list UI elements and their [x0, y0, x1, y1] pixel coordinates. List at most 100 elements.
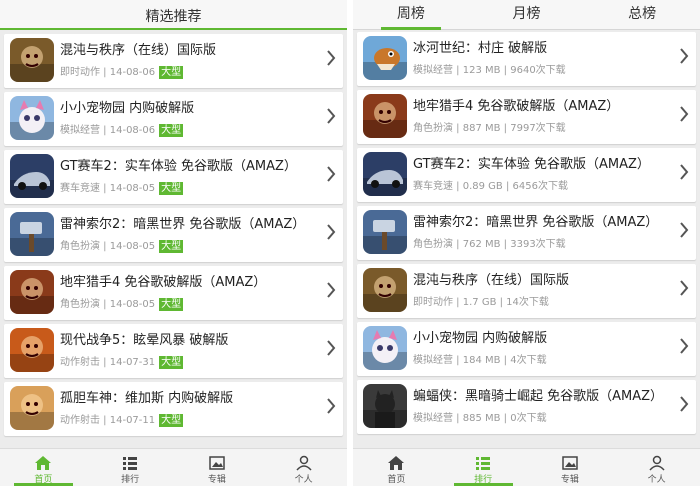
- chevron-right-icon[interactable]: [326, 107, 336, 125]
- app-size: 762 MB: [462, 239, 501, 250]
- chevron-right-icon[interactable]: [326, 397, 336, 415]
- person-icon: [295, 455, 313, 471]
- app-category: 动作射击: [60, 415, 100, 426]
- nav-label: 专辑: [560, 475, 579, 485]
- tab-1[interactable]: 月榜: [469, 0, 585, 29]
- chevron-right-icon[interactable]: [679, 221, 689, 239]
- app-list-item[interactable]: 混沌与秩序（在线）国际版 即时动作 | 14-08-06 大型: [4, 34, 343, 88]
- recommended-header: 精选推荐: [0, 0, 347, 30]
- app-meta: 动作射击 | 14-07-31 大型: [60, 353, 184, 369]
- app-name: 混沌与秩序（在线）国际版: [413, 273, 570, 288]
- list-icon: [474, 455, 492, 471]
- nav-item-person[interactable]: 个人: [260, 449, 347, 486]
- chevron-right-icon[interactable]: [326, 281, 336, 299]
- app-name: 地牢猎手4 免谷歌破解版（AMAZ）: [413, 99, 620, 114]
- ranking-screen: 周榜 月榜 总榜 冰河世纪：村庄 破解版 模拟经营 | 123 MB | 9640次下…: [353, 0, 700, 486]
- app-list-item[interactable]: 雷神索尔2：暗黑世界 免谷歌版（AMAZ） 角色扮演 | 14-08-05 大型: [4, 208, 343, 262]
- nav-item-home[interactable]: 首页: [353, 449, 440, 486]
- meta-separator: |: [500, 355, 511, 366]
- app-category: 动作射击: [60, 357, 100, 368]
- meta-separator: |: [100, 183, 110, 194]
- page-title: 精选推荐: [145, 9, 202, 25]
- app-category: 赛车竞速: [60, 183, 100, 194]
- nav-label: 个人: [294, 475, 313, 485]
- size-badge: 大型: [159, 66, 184, 79]
- app-list-item[interactable]: 蝙蝠侠：黑暗骑士崛起 免谷歌版（AMAZ） 模拟经营 | 885 MB | 0次下…: [357, 380, 696, 434]
- chevron-right-icon[interactable]: [326, 165, 336, 183]
- meta-separator: |: [500, 123, 511, 134]
- meta-separator: |: [100, 125, 110, 136]
- nav-label: 个人: [647, 475, 666, 485]
- app-name: 孤胆车神：维加斯 内购破解版: [60, 391, 234, 406]
- recommended-screen: 精选推荐 混沌与秩序（在线）国际版 即时动作 | 14-08-06 大型 小小宠物园 …: [0, 0, 347, 486]
- bottom-nav: 首页 排行 专辑 个人: [353, 448, 700, 486]
- chevron-right-icon[interactable]: [326, 223, 336, 241]
- nav-label: 首页: [34, 475, 53, 485]
- app-category: 赛车竞速: [413, 181, 453, 192]
- tab-2[interactable]: 总榜: [584, 0, 700, 29]
- app-category: 模拟经营: [413, 413, 453, 424]
- tab-0[interactable]: 周榜: [353, 0, 469, 30]
- app-list-item[interactable]: 小小宠物园 内购破解版 模拟经营 | 14-08-06 大型: [4, 92, 343, 146]
- chevron-right-icon[interactable]: [679, 105, 689, 123]
- app-size: 1.7 GB: [462, 297, 497, 308]
- size-badge: 大型: [159, 240, 184, 253]
- app-list-item[interactable]: GT赛车2：实车体验 免谷歌版（AMAZ） 赛车竞速 | 14-08-05 大型: [4, 150, 343, 204]
- meta-separator: |: [500, 65, 511, 76]
- app-size: 887 MB: [462, 123, 501, 134]
- chevron-right-icon[interactable]: [326, 49, 336, 67]
- nav-item-person[interactable]: 个人: [613, 449, 700, 486]
- download-count: 6456次下载: [512, 181, 568, 192]
- nav-item-list[interactable]: 排行: [440, 449, 527, 486]
- app-meta: 赛车竞速 | 0.89 GB | 6456次下载: [413, 177, 568, 192]
- app-list-item[interactable]: 冰河世纪：村庄 破解版 模拟经营 | 123 MB | 9640次下载: [357, 32, 696, 86]
- meta-separator: |: [100, 67, 110, 78]
- app-list-item[interactable]: 现代战争5：眩晕风暴 破解版 动作射击 | 14-07-31 大型: [4, 324, 343, 378]
- chevron-right-icon[interactable]: [679, 47, 689, 65]
- app-size: 0.89 GB: [462, 181, 503, 192]
- app-name: 小小宠物园 内购破解版: [413, 331, 548, 346]
- dungeon-hunter-icon: [10, 270, 54, 314]
- nav-item-list[interactable]: 排行: [87, 449, 174, 486]
- app-category: 角色扮演: [60, 299, 100, 310]
- hammer-icon: [10, 212, 54, 256]
- chevron-right-icon[interactable]: [679, 337, 689, 355]
- chevron-right-icon[interactable]: [679, 163, 689, 181]
- meta-separator: |: [100, 415, 110, 426]
- nav-label: 排行: [474, 475, 493, 485]
- chevron-right-icon[interactable]: [326, 339, 336, 357]
- meta-separator: |: [100, 299, 110, 310]
- meta-separator: |: [502, 181, 513, 192]
- album-icon: [208, 455, 226, 471]
- chevron-right-icon[interactable]: [679, 395, 689, 413]
- vegas-man-icon: [10, 386, 54, 430]
- app-name: 地牢猎手4 免谷歌破解版（AMAZ）: [60, 275, 267, 290]
- download-count: 7997次下载: [510, 123, 566, 134]
- nav-item-album[interactable]: 专辑: [527, 449, 614, 486]
- dungeon-hunter-icon: [363, 94, 407, 138]
- app-list-item[interactable]: GT赛车2：实车体验 免谷歌版（AMAZ） 赛车竞速 | 0.89 GB | 64…: [357, 148, 696, 202]
- race-car-icon: [10, 154, 54, 198]
- app-meta: 角色扮演 | 14-08-05 大型: [60, 237, 184, 253]
- bottom-nav: 首页 排行 专辑 个人: [0, 448, 347, 486]
- app-size: 885 MB: [462, 413, 501, 424]
- app-list-item[interactable]: 孤胆车神：维加斯 内购破解版 动作射击 | 14-07-11 大型: [4, 382, 343, 436]
- meta-separator: |: [100, 241, 110, 252]
- chevron-right-icon[interactable]: [679, 279, 689, 297]
- app-list-item[interactable]: 地牢猎手4 免谷歌破解版（AMAZ） 角色扮演 | 887 MB | 7997次下…: [357, 90, 696, 144]
- app-list-item[interactable]: 雷神索尔2：暗黑世界 免谷歌版（AMAZ） 角色扮演 | 762 MB | 339…: [357, 206, 696, 260]
- home-icon: [387, 455, 405, 471]
- app-category: 即时动作: [413, 297, 453, 308]
- size-badge: 大型: [159, 298, 184, 311]
- app-list-item[interactable]: 小小宠物园 内购破解版 模拟经营 | 184 MB | 4次下载: [357, 322, 696, 376]
- nav-item-home[interactable]: 首页: [0, 449, 87, 486]
- app-category: 角色扮演: [413, 123, 453, 134]
- size-badge: 大型: [159, 356, 184, 369]
- pet-cat-icon: [10, 96, 54, 140]
- download-count: 0次下载: [510, 413, 547, 424]
- app-list-item[interactable]: 混沌与秩序（在线）国际版 即时动作 | 1.7 GB | 14次下载: [357, 264, 696, 318]
- app-list-item[interactable]: 地牢猎手4 免谷歌破解版（AMAZ） 角色扮演 | 14-08-05 大型: [4, 266, 343, 320]
- meta-separator: |: [453, 355, 463, 366]
- nav-item-album[interactable]: 专辑: [174, 449, 261, 486]
- meta-separator: |: [100, 357, 110, 368]
